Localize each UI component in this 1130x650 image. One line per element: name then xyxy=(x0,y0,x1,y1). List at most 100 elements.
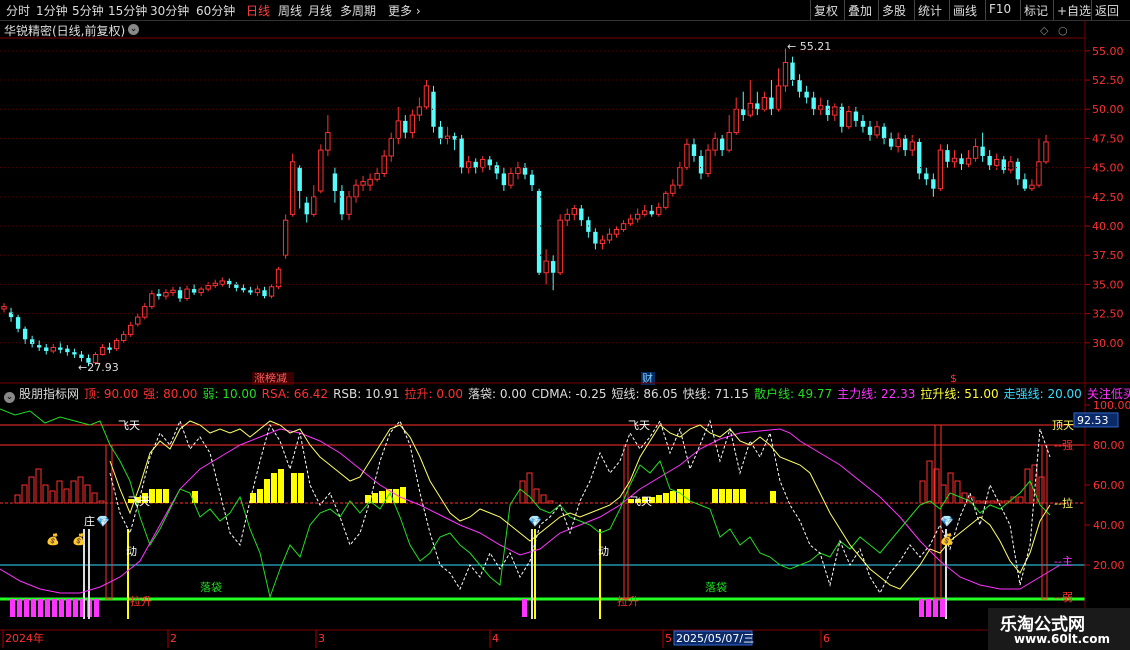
candle-body xyxy=(318,149,324,192)
candle-body xyxy=(403,120,408,133)
candle-body xyxy=(867,126,873,135)
indicator-value-2: 弱: 10.00 xyxy=(202,387,257,401)
indicator-value-11: 主力线: 22.33 xyxy=(837,387,916,401)
candle-body xyxy=(698,155,704,174)
candle-body xyxy=(297,167,302,191)
candle-body xyxy=(1029,184,1035,190)
candle-body xyxy=(332,173,338,191)
short-line xyxy=(109,419,1051,595)
candle-body xyxy=(606,233,613,241)
magenta-bar xyxy=(38,599,43,617)
candle-body xyxy=(1015,161,1021,180)
fly-marker: 飞天 xyxy=(128,495,150,508)
candle-body xyxy=(860,120,866,127)
candle-body xyxy=(550,261,556,273)
diamond-icon: 💎 xyxy=(528,515,542,528)
candle-body xyxy=(804,91,809,98)
diamond-icon: 💎 xyxy=(940,515,954,528)
candle-body xyxy=(620,223,627,231)
indicator-value-9: 快线: 71.15 xyxy=(682,387,749,401)
candle-body xyxy=(282,219,289,256)
label-weak: --弱 xyxy=(1054,591,1073,604)
stock-chart: ← 55.21←27.93涨榜减财 $ 飞天飞天飞天飞天庄 💎 💎 💎💰 💰 💰动 动拉升 拉升… xyxy=(0,20,1130,648)
candle-body xyxy=(459,138,464,168)
candle-body xyxy=(289,161,296,215)
candle-body xyxy=(1043,141,1049,163)
candle-body xyxy=(994,158,1000,166)
candle-body xyxy=(1008,161,1014,171)
price-tick-label: 55.00 xyxy=(1092,45,1124,58)
indicator-value-14: 关注低买: 0 xyxy=(1086,387,1130,401)
magenta-bar xyxy=(919,599,924,617)
yellow-bar xyxy=(400,487,406,503)
money-bag-icon: 💰 xyxy=(46,533,60,546)
indicator-header: ⌄ 股朋指标网 顶: 90.00 强: 80.00 弱: 10.00 RSA: 66.42… xyxy=(0,385,1130,403)
red-hist-bar xyxy=(1017,496,1024,504)
red-hist-bar xyxy=(70,480,77,504)
yellow-bar xyxy=(298,473,304,503)
candle-body xyxy=(917,141,922,174)
fly-marker: 飞天 xyxy=(628,419,650,432)
candle-body xyxy=(452,136,457,140)
yellow-bar xyxy=(712,489,718,503)
candle-body xyxy=(409,114,416,134)
magenta-bar xyxy=(45,599,50,617)
date-label: 6 xyxy=(823,632,830,645)
candle-body xyxy=(909,141,915,151)
candle-body xyxy=(593,231,598,244)
magenta-bar xyxy=(66,599,71,617)
yellow-bar xyxy=(719,489,725,503)
candle-body xyxy=(571,208,577,215)
candle-body xyxy=(22,328,28,340)
candle-body xyxy=(755,103,760,110)
candle-body xyxy=(444,135,451,139)
candle-body xyxy=(37,345,42,348)
chevron-down-icon[interactable]: ⌄ xyxy=(4,392,15,403)
candle-body xyxy=(58,347,63,350)
candle-body xyxy=(775,85,782,110)
candle-body xyxy=(903,138,908,151)
candle-body xyxy=(712,137,718,151)
candle-body xyxy=(381,155,387,174)
yellow-bar xyxy=(740,489,746,503)
label-main: --主 xyxy=(1054,555,1073,568)
candle-body xyxy=(248,290,253,293)
yellow-bar xyxy=(278,469,284,503)
candle-body xyxy=(65,348,70,353)
magenta-bar xyxy=(59,599,64,617)
candle-body xyxy=(44,347,49,351)
red-hist-bar xyxy=(98,500,105,504)
candle-body xyxy=(388,137,394,157)
red-hist-bar xyxy=(919,480,926,504)
yellow-bar xyxy=(291,473,297,503)
candle-body xyxy=(888,138,894,147)
candle-body xyxy=(670,184,676,194)
candle-body xyxy=(374,172,380,180)
candle-body xyxy=(522,167,528,175)
date-highlight: 2025/05/07/三 xyxy=(676,632,754,645)
candle-body xyxy=(945,150,950,162)
price-tick-label: 42.50 xyxy=(1092,191,1124,204)
candle-body xyxy=(782,62,789,87)
candle-body xyxy=(156,293,162,297)
indicator-value-7: CDMA: -0.25 xyxy=(531,387,607,401)
candle-body xyxy=(733,108,739,134)
candle-body xyxy=(642,210,648,215)
move-marker: 动 xyxy=(598,545,609,558)
candle-body xyxy=(360,181,366,186)
diamond-icon: 💎 xyxy=(96,515,110,528)
candle-body xyxy=(515,167,521,174)
candle-body xyxy=(924,173,929,180)
red-hist-bar xyxy=(926,460,933,504)
candle-body xyxy=(346,196,352,215)
candle-body xyxy=(431,91,436,127)
yellow-bar xyxy=(663,493,669,503)
indicator-value-1: 强: 80.00 xyxy=(143,387,198,401)
main-force-line xyxy=(0,428,1061,594)
price-tick-label: 35.00 xyxy=(1092,278,1124,291)
price-tick-label: 32.50 xyxy=(1092,308,1124,321)
candle-body xyxy=(705,149,711,174)
indicator-value-3: RSA: 66.42 xyxy=(261,387,329,401)
candle-body xyxy=(987,155,992,166)
yellow-bar xyxy=(372,493,378,503)
